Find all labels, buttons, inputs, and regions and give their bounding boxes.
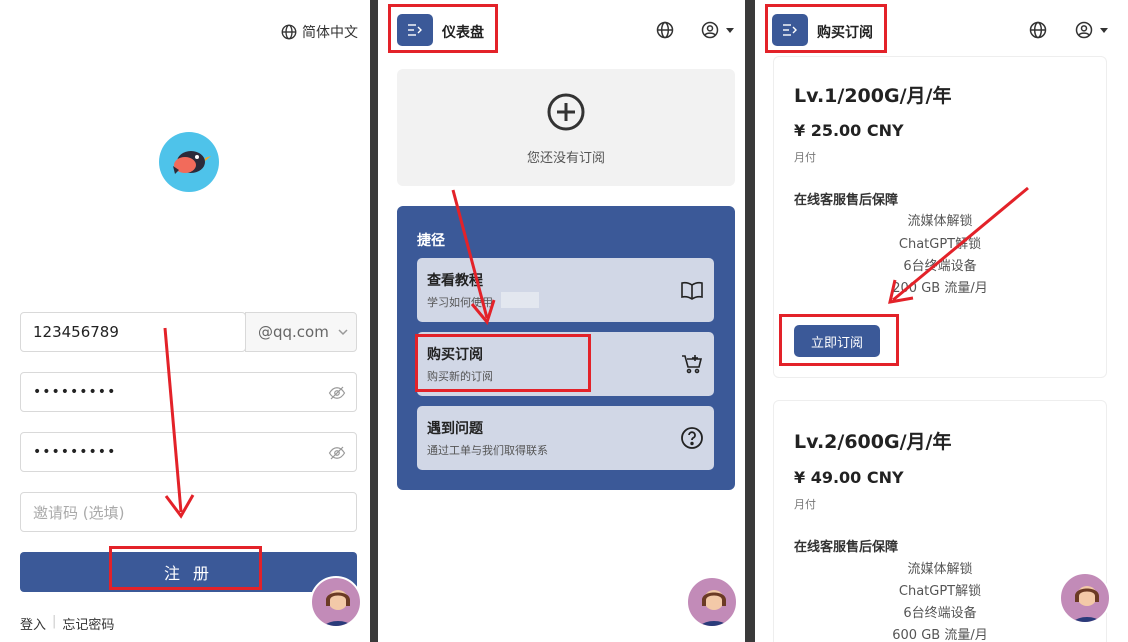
plan-price: ¥ 49.00 CNY: [794, 468, 904, 487]
empty-subscription-card[interactable]: 您还没有订阅: [397, 69, 735, 186]
page-title: 购买订阅: [817, 25, 873, 41]
cart-icon: [682, 355, 703, 374]
eye-off-icon[interactable]: [328, 384, 346, 402]
plan-card: Lv.1/200G/月/年 ¥ 25.00 CNY 月付 在线客服售后保障 流媒…: [773, 56, 1107, 378]
confirm-password-input[interactable]: •••••••••: [20, 432, 357, 472]
plans-panel: 购买订阅 Lv.1/200G/月/年 ¥ 25.00 CNY 月付 在线客服售后…: [755, 0, 1128, 642]
shortcut-item-subtitle: 学习如何使用: [427, 296, 493, 309]
plan-feature: 流媒体解锁: [907, 214, 973, 229]
shortcut-item-tutorial[interactable]: 查看教程 学习如何使用: [417, 258, 714, 322]
plan-feature: 流媒体解锁: [907, 562, 973, 577]
shortcut-item-support[interactable]: 遇到问题 通过工单与我们取得联系: [417, 406, 714, 470]
eye-off-icon[interactable]: [328, 444, 346, 462]
forgot-password-link[interactable]: 忘记密码: [62, 614, 114, 633]
plus-circle-icon: [547, 93, 585, 131]
plan-features-title: 在线客服售后保障: [794, 193, 899, 208]
plan-price: ¥ 25.00 CNY: [794, 121, 904, 140]
invite-code-input[interactable]: 邀请码 (选填): [20, 492, 357, 532]
user-icon[interactable]: [1074, 20, 1094, 40]
chevron-down-icon: [338, 329, 348, 336]
user-icon[interactable]: [700, 20, 720, 40]
support-avatar[interactable]: [686, 576, 738, 628]
shortcut-item-subtitle: 通过工单与我们取得联系: [427, 444, 548, 457]
menu-toggle-button[interactable]: [397, 14, 433, 46]
confirm-password-value: •••••••••: [33, 444, 117, 460]
password-input[interactable]: •••••••••: [20, 372, 357, 412]
plan-features-title: 在线客服售后保障: [794, 540, 899, 555]
plan-feature: ChatGPT解锁: [898, 584, 982, 599]
plan-card: Lv.2/600G/月/年 ¥ 49.00 CNY 月付 在线客服售后保障 流媒…: [773, 400, 1107, 642]
menu-icon: [408, 24, 422, 36]
help-circle-icon: [681, 427, 703, 449]
plan-name: Lv.2/600G/月/年: [794, 431, 952, 453]
login-link[interactable]: 登入: [20, 614, 46, 633]
register-button[interactable]: 注 册: [20, 552, 357, 592]
redacted-block: [501, 292, 539, 308]
link-separator: |: [52, 614, 57, 629]
dashboard-panel: 仪表盘 您还没有订阅 捷径 查看教程 学习如何使用 购买订阅 购买新的订阅 遇到…: [378, 0, 745, 642]
plan-feature: 600 GB 流量/月: [892, 628, 988, 642]
language-switcher[interactable]: 简体中文: [280, 22, 358, 42]
shortcut-item-title: 购买订阅: [427, 347, 483, 363]
plan-feature: 6台终端设备: [903, 259, 977, 274]
auth-links: 登入 | 忘记密码: [20, 614, 114, 633]
support-avatar[interactable]: [310, 576, 362, 628]
username-value: 123456789: [33, 323, 119, 341]
shortcut-section: 捷径 查看教程 学习如何使用 购买订阅 购买新的订阅 遇到问题 通过工单与我们取…: [397, 206, 735, 490]
page-title: 仪表盘: [442, 25, 484, 41]
plan-period: 月付: [794, 498, 816, 511]
plan-period: 月付: [794, 151, 816, 164]
password-value: •••••••••: [33, 384, 117, 400]
plan-feature: 6台终端设备: [903, 606, 977, 621]
globe-icon[interactable]: [1028, 20, 1048, 40]
bird-logo: [159, 132, 219, 192]
plan-feature: 200 GB 流量/月: [892, 281, 988, 296]
subscribe-now-button[interactable]: 立即订阅: [794, 325, 880, 357]
shortcut-item-title: 查看教程: [427, 273, 483, 289]
invite-code-placeholder: 邀请码 (选填): [33, 503, 125, 522]
support-avatar[interactable]: [1059, 572, 1111, 624]
caret-down-icon[interactable]: [1100, 28, 1108, 33]
menu-toggle-button[interactable]: [772, 14, 808, 46]
caret-down-icon[interactable]: [726, 28, 734, 33]
shortcut-title: 捷径: [417, 233, 445, 249]
shortcut-item-title: 遇到问题: [427, 421, 483, 437]
shortcut-item-buy-subscription[interactable]: 购买订阅 购买新的订阅: [417, 332, 714, 396]
plan-feature: ChatGPT解锁: [898, 237, 982, 252]
shortcut-item-subtitle: 购买新的订阅: [427, 370, 493, 383]
menu-icon: [783, 24, 797, 36]
email-suffix-select[interactable]: @qq.com: [245, 312, 357, 352]
book-icon: [681, 281, 703, 300]
username-input[interactable]: 123456789: [20, 312, 246, 352]
empty-subscription-text: 您还没有订阅: [526, 151, 605, 166]
email-suffix-value: @qq.com: [258, 323, 329, 341]
globe-icon: [281, 24, 297, 40]
globe-icon[interactable]: [655, 20, 675, 40]
register-panel: 简体中文 123456789 @qq.com ••••••••• •••••••…: [0, 0, 370, 642]
plan-name: Lv.1/200G/月/年: [794, 85, 952, 107]
language-label: 简体中文: [302, 25, 358, 41]
